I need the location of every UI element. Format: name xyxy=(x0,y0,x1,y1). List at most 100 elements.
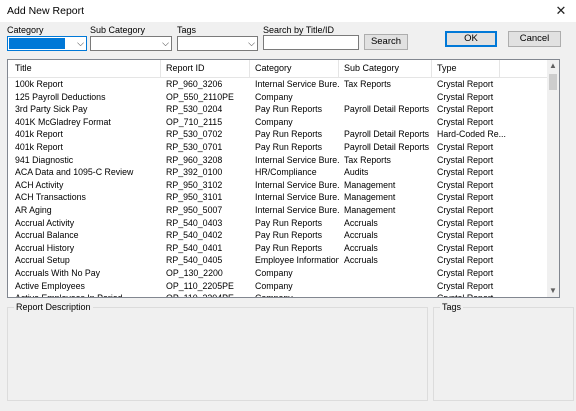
cell-category: Pay Run Reports xyxy=(255,104,322,115)
table-row[interactable]: 125 Payroll Deductions OP_550_2110PE Compa… xyxy=(8,91,548,104)
category-selection xyxy=(9,38,65,49)
title-bar: Add New Report ✕ xyxy=(0,0,576,22)
cell-title: 941 Diagnostic xyxy=(15,154,74,165)
cell-report-id: RP_950_3101 xyxy=(166,192,223,203)
table-row[interactable]: 401k Report RP_530_0701 Pay Run Reports Pay… xyxy=(8,141,548,154)
cell-sub-category xyxy=(339,91,432,104)
cell-report-id: RP_530_0204 xyxy=(166,104,223,115)
cell-title: Accrual Setup xyxy=(15,255,70,266)
cell-sub-category xyxy=(339,116,432,129)
column-header-category[interactable]: Category xyxy=(250,60,339,77)
cell-type: Crystal Report xyxy=(437,104,494,115)
cell-sub-category: Accruals xyxy=(344,230,378,241)
cell-sub-category: Payroll Detail Reports xyxy=(344,104,430,115)
table-row[interactable]: Active Employees OP_110_2205PE Company Crys… xyxy=(8,280,548,293)
cell-report-id: RP_540_0403 xyxy=(166,217,223,228)
cell-type: Crystal Report xyxy=(437,116,494,127)
cell-type: Crystal Report xyxy=(432,292,532,297)
search-input[interactable] xyxy=(263,35,359,50)
cell-title: Accrual History xyxy=(15,242,75,253)
cell-report-id: RP_530_0702 xyxy=(166,129,223,140)
table-row[interactable]: AR Aging RP_950_5007 Internal Service Bure… xyxy=(8,204,548,217)
table-row[interactable]: Accruals With No Pay OP_130_2200 Company Cr… xyxy=(8,267,548,280)
cell-category: Pay Run Reports xyxy=(255,242,322,253)
cell-sub-category: Tax Reports xyxy=(344,154,391,165)
cell-type: Crystal Report xyxy=(437,217,494,228)
cell-type: Crystal Report xyxy=(437,280,494,291)
scroll-thumb[interactable] xyxy=(549,74,557,90)
table-row[interactable]: ACH Transactions RP_950_3101 Internal Serv… xyxy=(8,191,548,204)
close-icon[interactable]: ✕ xyxy=(546,0,576,22)
cell-sub-category xyxy=(339,280,432,293)
cell-type: Crystal Report xyxy=(437,179,494,190)
cell-report-id: RP_530_0701 xyxy=(166,141,223,152)
vertical-scrollbar[interactable]: ▲ ▼ xyxy=(547,60,559,297)
table-row[interactable]: Active Employees In PeriodOP_110_2204PEC… xyxy=(8,292,548,297)
cell-sub-category: Management xyxy=(344,179,396,190)
cell-report-id: RP_392_0100 xyxy=(166,167,223,178)
scroll-down-icon[interactable]: ▼ xyxy=(547,285,559,297)
table-row[interactable]: 401K McGladrey Format OP_710_2115 Company C… xyxy=(8,116,548,129)
table-row[interactable]: 941 Diagnostic RP_960_3208 Internal Servic… xyxy=(8,154,548,167)
category-label: Category xyxy=(7,25,44,35)
cell-sub-category: Payroll Detail Reports xyxy=(344,129,430,140)
cell-title: AR Aging xyxy=(15,204,52,215)
cell-report-id: RP_960_3208 xyxy=(166,154,223,165)
cell-type: Crystal Report xyxy=(437,255,494,266)
cell-title: 3rd Party Sick Pay xyxy=(15,104,88,115)
cell-report-id: OP_710_2115 xyxy=(166,116,223,127)
category-dropdown[interactable]: ⌵ xyxy=(7,36,87,51)
report-description-panel xyxy=(7,307,428,401)
cell-title: 100k Report xyxy=(15,79,63,89)
table-row[interactable]: Accrual History RP_540_0401 Pay Run Report… xyxy=(8,242,548,255)
ok-button[interactable]: OK xyxy=(445,31,497,47)
table-row[interactable]: 3rd Party Sick Pay RP_530_0204 Pay Run Rep… xyxy=(8,103,548,116)
cell-sub-category xyxy=(339,267,432,280)
cell-sub-category: Accruals xyxy=(344,217,378,228)
cell-report-id: RP_950_5007 xyxy=(166,204,223,215)
tags-dropdown[interactable]: ⌵ xyxy=(177,36,258,51)
list-header: Title Report ID Category Sub Category Ty… xyxy=(8,60,548,78)
cell-type: Crystal Report xyxy=(437,192,494,203)
cell-sub-category xyxy=(339,292,432,297)
cell-type: Crystal Report xyxy=(437,230,494,241)
column-header-title[interactable]: Title xyxy=(8,60,161,77)
window-title: Add New Report xyxy=(7,5,85,17)
table-row[interactable]: Accrual Balance RP_540_0402 Pay Run Report… xyxy=(8,229,548,242)
cell-type: Crystal Report xyxy=(437,154,494,165)
cell-category: Internal Service Bure... xyxy=(255,179,339,190)
cell-sub-category: Management xyxy=(344,204,396,215)
table-row[interactable]: ACA Data and 1095-C Review RP_392_0100 HR/… xyxy=(8,166,548,179)
column-header-sub-category[interactable]: Sub Category xyxy=(339,60,432,77)
subcategory-dropdown[interactable]: ⌵ xyxy=(90,36,172,51)
cell-title: ACH Activity xyxy=(15,179,64,190)
scroll-up-icon[interactable]: ▲ xyxy=(547,60,559,72)
cell-title: ACA Data and 1095-C Review xyxy=(15,167,134,178)
cell-type: Crystal Report xyxy=(437,167,494,178)
cell-title: ACH Transactions xyxy=(15,192,86,203)
report-list[interactable]: Title Report ID Category Sub Category Ty… xyxy=(7,59,560,298)
table-row[interactable]: Accrual Activity RP_540_0403 Pay Run Repor… xyxy=(8,217,548,230)
search-button[interactable]: Search xyxy=(364,34,408,50)
cell-type: Crystal Report xyxy=(437,91,494,102)
column-header-report-id[interactable]: Report ID xyxy=(161,60,250,77)
table-row[interactable]: 401k Report RP_530_0702 Pay Run Reports Pay… xyxy=(8,128,548,141)
search-label: Search by Title/ID xyxy=(263,25,335,35)
cell-report-id: RP_540_0402 xyxy=(166,230,223,241)
cancel-button[interactable]: Cancel xyxy=(508,31,561,47)
cell-category: Employee Information xyxy=(255,255,339,266)
chevron-down-icon: ⌵ xyxy=(248,38,255,48)
cell-type: Crystal Report xyxy=(437,79,494,89)
cell-report-id: OP_110_2204PE xyxy=(161,292,250,297)
table-row[interactable]: ACH Activity RP_950_3102 Internal Service … xyxy=(8,179,548,192)
table-row[interactable]: 100k Report RP_960_3206 Internal Service B… xyxy=(8,78,548,91)
table-row[interactable]: Accrual Setup RP_540_0405 Employee Informa… xyxy=(8,254,548,267)
tags-label: Tags xyxy=(177,25,197,35)
tags-panel-label: Tags xyxy=(440,302,464,312)
cell-sub-category: Management xyxy=(344,192,396,203)
cell-title: Accrual Balance xyxy=(15,230,79,241)
cell-type: Crystal Report xyxy=(437,204,494,215)
cell-category: Pay Run Reports xyxy=(255,129,322,140)
column-header-type[interactable]: Type xyxy=(432,60,500,77)
cell-category: Pay Run Reports xyxy=(255,217,322,228)
